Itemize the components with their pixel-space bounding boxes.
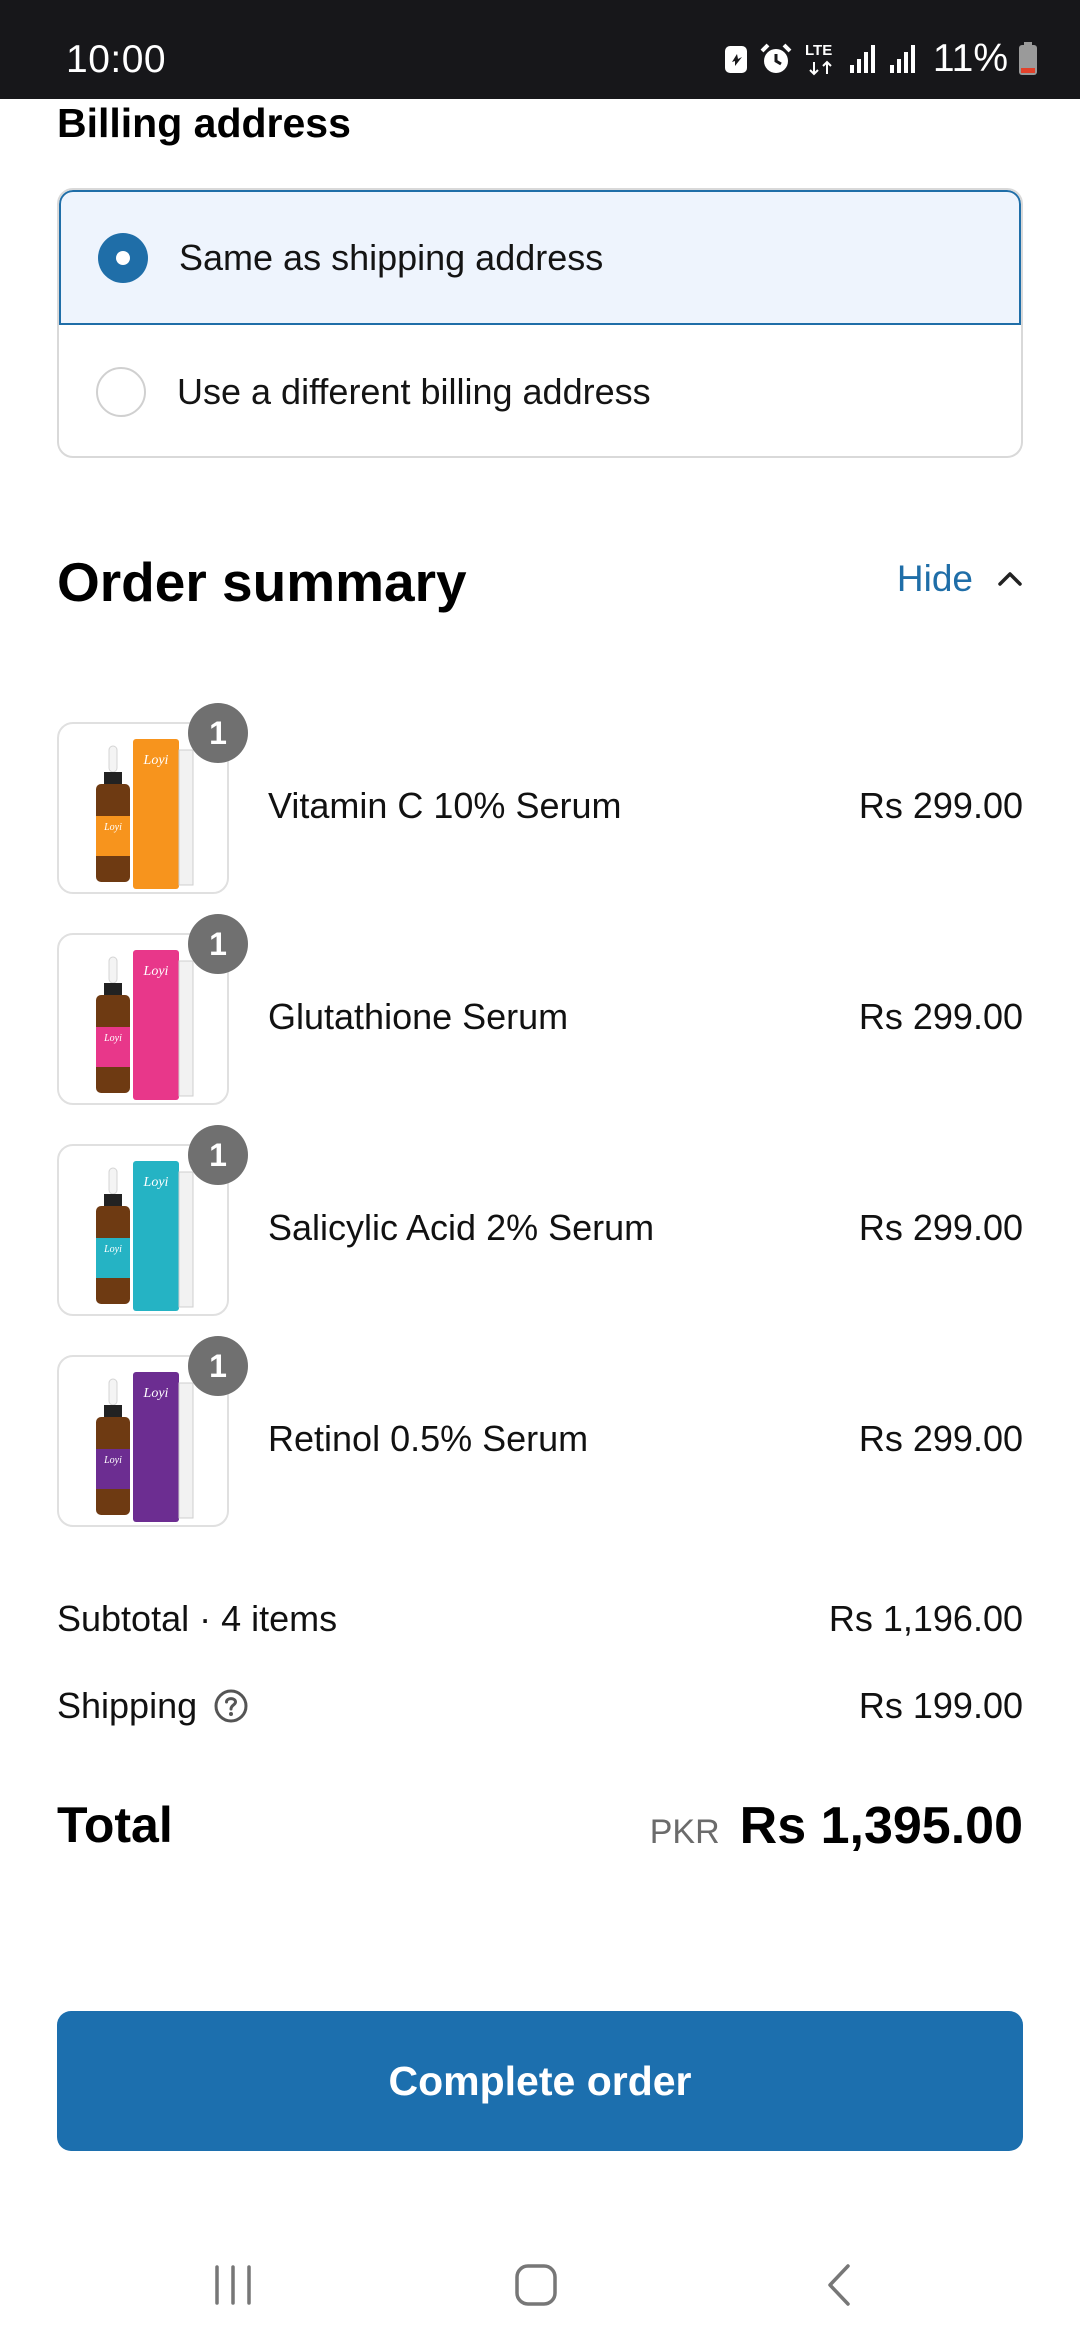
order-item: Loyi Loyi 1 Retinol 0.5% Serum Rs 299.00: [57, 1336, 1023, 1527]
status-time: 10:00: [66, 38, 167, 81]
item-name: Salicylic Acid 2% Serum: [268, 1207, 655, 1248]
battery-percent: 11%: [932, 37, 1008, 80]
chevron-up-icon: [998, 572, 1022, 586]
home-icon: [515, 2264, 557, 2306]
quantity-badge: 1: [188, 914, 248, 974]
signal-icon: [849, 45, 875, 73]
total-amount: PKR Rs 1,395.00: [650, 1796, 1023, 1856]
total-label: Total: [57, 1797, 173, 1853]
recent-apps-icon: [215, 2265, 251, 2305]
recent-apps-button[interactable]: [173, 2250, 293, 2320]
billing-option-different[interactable]: Use a different billing address: [59, 325, 1021, 456]
bottle-brand: Loyi: [103, 1244, 122, 1255]
home-button[interactable]: [476, 2250, 596, 2320]
billing-option-label: Use a different billing address: [177, 370, 651, 412]
bottle-brand: Loyi: [103, 1455, 122, 1466]
lte-icon: LTE: [805, 42, 832, 76]
battery-icon: [1019, 42, 1037, 75]
radio-different[interactable]: [96, 366, 146, 417]
quantity-badge: 1: [188, 1125, 248, 1185]
box-brand: Loyi: [143, 753, 169, 768]
order-summary-title: Order summary: [57, 551, 467, 613]
shipping-label: Shipping: [57, 1685, 198, 1726]
signal-icon-2: [889, 45, 915, 73]
back-button[interactable]: [779, 2250, 899, 2320]
total-value: Rs 1,395.00: [739, 1797, 1023, 1855]
billing-option-same[interactable]: Same as shipping address: [59, 190, 1021, 325]
billing-options: Same as shipping address Use a different…: [57, 188, 1023, 458]
box-brand: Loyi: [143, 964, 169, 979]
billing-heading: Billing address: [57, 100, 351, 146]
hide-label: Hide: [896, 558, 973, 599]
bottle-brand: Loyi: [103, 822, 122, 833]
lte-text: LTE: [805, 42, 832, 59]
total-currency: PKR: [649, 1813, 720, 1851]
box-brand: Loyi: [143, 1386, 169, 1401]
shield-icon: [724, 46, 747, 73]
status-bar: 10:00 LTE 11%: [0, 0, 1080, 99]
subtotal-value: Rs 1,196.00: [828, 1598, 1023, 1639]
item-name: Retinol 0.5% Serum: [268, 1418, 589, 1459]
help-circle-icon[interactable]: [213, 1688, 249, 1724]
order-item: Loyi Loyi 1 Vitamin C 10% Serum Rs 299.0…: [57, 703, 1023, 894]
item-price: Rs 299.00: [858, 1418, 1023, 1459]
back-icon: [828, 2264, 850, 2306]
shipping-value: Rs 199.00: [858, 1685, 1023, 1726]
system-nav-bar: [0, 2230, 1080, 2340]
subtotal-label: Subtotal · 4 items: [57, 1598, 338, 1639]
shipping-row: Shipping: [57, 1685, 249, 1727]
item-price: Rs 299.00: [858, 996, 1023, 1037]
quantity-badge: 1: [188, 1336, 248, 1396]
quantity-badge: 1: [188, 703, 248, 763]
hide-summary-toggle[interactable]: Hide: [897, 558, 1023, 600]
item-price: Rs 299.00: [858, 1207, 1023, 1248]
order-item: Loyi Loyi 1 Glutathione Serum Rs 299.00: [57, 914, 1023, 1105]
item-price: Rs 299.00: [858, 785, 1023, 826]
bottle-brand: Loyi: [103, 1033, 122, 1044]
item-name: Vitamin C 10% Serum: [268, 785, 622, 826]
status-icons: LTE 11%: [723, 36, 1038, 82]
billing-option-label: Same as shipping address: [179, 236, 604, 278]
box-brand: Loyi: [143, 1175, 169, 1190]
alarm-icon: [760, 43, 792, 73]
order-item: Loyi Loyi 1 Salicylic Acid 2% Serum Rs 2…: [57, 1125, 1023, 1316]
radio-same-selected[interactable]: [98, 232, 148, 283]
item-name: Glutathione Serum: [268, 996, 569, 1037]
complete-order-button[interactable]: Complete order: [57, 2011, 1023, 2151]
